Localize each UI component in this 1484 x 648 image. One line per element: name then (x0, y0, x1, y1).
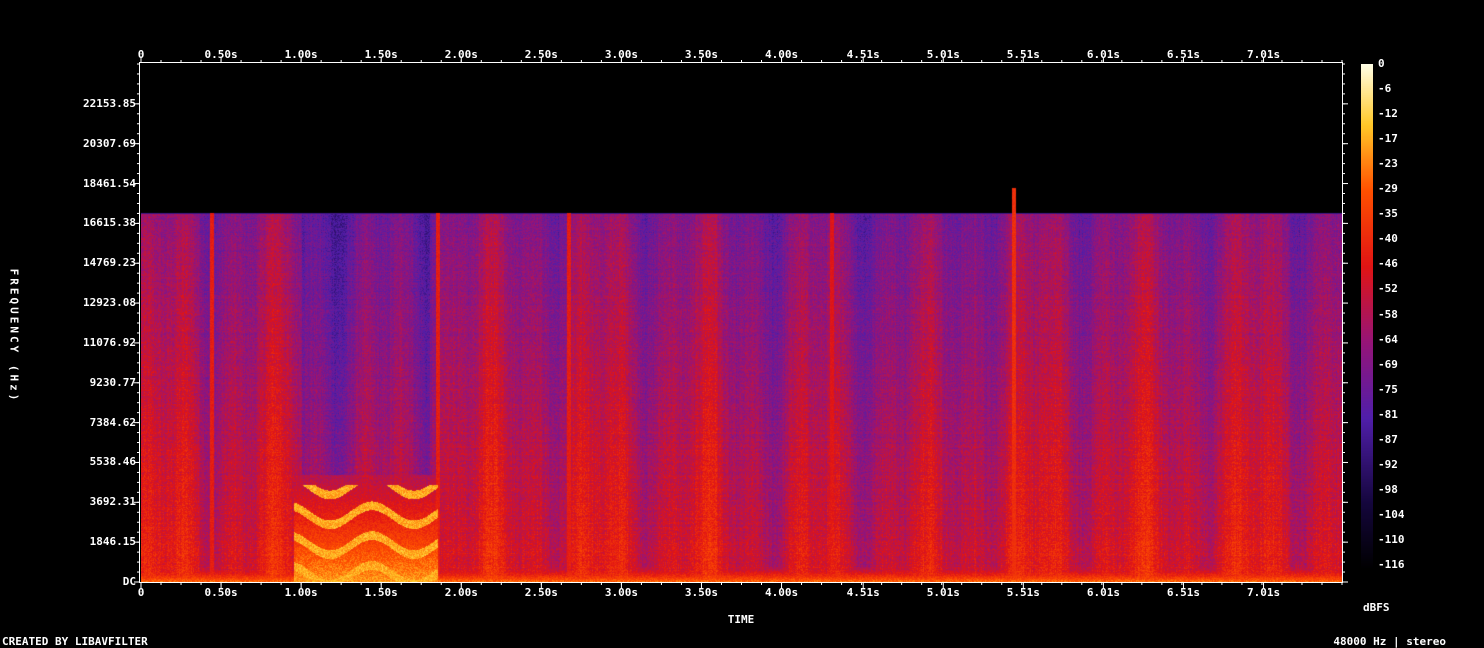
x-tick-label-top: 0.50s (204, 48, 238, 61)
y-tick-label: 12923.08 (83, 296, 136, 310)
x-tick-label-bottom: 2.00s (444, 586, 478, 599)
colorbar-tick-label: -58 (1378, 307, 1398, 321)
footer-left: CREATED BY LIBAVFILTER (2, 635, 148, 648)
colorbar-tick-label: -64 (1378, 332, 1398, 346)
colorbar-label: dBFS (1363, 601, 1390, 614)
colorbar-tick-label: -98 (1378, 482, 1398, 496)
x-tick-label-bottom: 0 (137, 586, 145, 599)
colorbar-tick-label: -29 (1378, 182, 1398, 196)
colorbar-tick-label: -23 (1378, 157, 1398, 171)
y-tick-label: 3692.31 (89, 495, 136, 509)
x-axis-label: TIME (727, 613, 755, 626)
x-tick-label-bottom: 5.51s (1006, 586, 1040, 599)
y-tick-label: 14769.23 (83, 256, 136, 270)
x-tick-label-bottom: 0.50s (204, 586, 238, 599)
y-tick-label: 7384.62 (89, 415, 136, 429)
x-tick-label-top: 3.00s (604, 48, 638, 61)
y-tick-label: 1846.15 (89, 535, 136, 549)
x-tick-label-bottom: 3.50s (684, 586, 719, 599)
axes-frame (134, 57, 1348, 588)
x-tick-label-top: 1.50s (364, 48, 398, 61)
x-tick-label-bottom: 6.01s (1086, 586, 1120, 599)
x-tick-label-top: 0 (137, 48, 145, 61)
x-tick-label-bottom: 3.00s (604, 586, 638, 599)
x-tick-label-bottom: 6.51s (1166, 586, 1201, 599)
colorbar-tick-label: -110 (1378, 532, 1405, 546)
colorbar-tick-label: -116 (1378, 558, 1405, 571)
x-tick-label-top: 6.01s (1086, 48, 1120, 61)
x-tick-label-top: 5.51s (1006, 48, 1040, 61)
x-tick-label-bottom: 7.01s (1246, 586, 1281, 599)
x-tick-label-top: 3.50s (684, 48, 719, 61)
colorbar-tick-label: -87 (1378, 432, 1398, 446)
colorbar-tick-label: -52 (1378, 282, 1398, 296)
x-tick-label-top: 4.51s (846, 48, 880, 61)
x-tick-label-top: 7.01s (1246, 48, 1281, 61)
colorbar-tick-label: -17 (1378, 132, 1398, 146)
y-axis-label: FREQUENCY (Hz) (7, 268, 21, 404)
x-tick-label-bottom: 2.50s (524, 586, 558, 599)
colorbar-tick-label: -92 (1378, 457, 1398, 471)
y-tick-label: 9230.77 (89, 375, 136, 389)
plot-border (139, 62, 1343, 583)
colorbar-tick-label: -6 (1378, 82, 1392, 96)
x-tick-label-bottom: 4.51s (846, 586, 880, 599)
colorbar-tick-label: -69 (1378, 357, 1398, 371)
y-tick-label: DC (122, 575, 136, 588)
x-tick-label-bottom: 4.00s (764, 586, 799, 599)
colorbar-tick-label: -46 (1378, 257, 1398, 271)
x-tick-label-top: 2.00s (444, 48, 478, 61)
colorbar-tick-label: -81 (1378, 407, 1398, 421)
x-tick-label-top: 5.01s (926, 48, 960, 61)
colorbar-tick-label: -12 (1378, 107, 1398, 121)
y-tick-label: 22153.85 (83, 96, 136, 110)
y-tick-label: 18461.54 (83, 176, 136, 190)
y-tick-label: 11076.92 (83, 335, 136, 349)
x-tick-label-top: 6.51s (1166, 48, 1201, 61)
x-tick-label-top: 4.00s (764, 48, 799, 61)
x-tick-label-bottom: 5.01s (926, 586, 960, 599)
y-tick-label: 16615.38 (83, 216, 136, 230)
y-tick-label: 20307.69 (83, 136, 136, 150)
y-tick-label: 5538.46 (89, 455, 136, 469)
x-tick-label-bottom: 1.50s (364, 586, 398, 599)
x-tick-label-top: 1.00s (284, 48, 318, 61)
footer-right: 48000 Hz | stereo (1333, 635, 1446, 648)
x-tick-label-top: 2.50s (524, 48, 558, 61)
x-tick-label-bottom: 1.00s (284, 586, 318, 599)
colorbar-tick-label: 0 (1378, 57, 1385, 70)
colorbar-tick-label: -75 (1378, 382, 1398, 396)
colorbar-tick-label: -104 (1378, 507, 1405, 521)
colorbar-tick-label: -40 (1378, 232, 1398, 246)
colorbar-tick-label: -35 (1378, 207, 1398, 221)
